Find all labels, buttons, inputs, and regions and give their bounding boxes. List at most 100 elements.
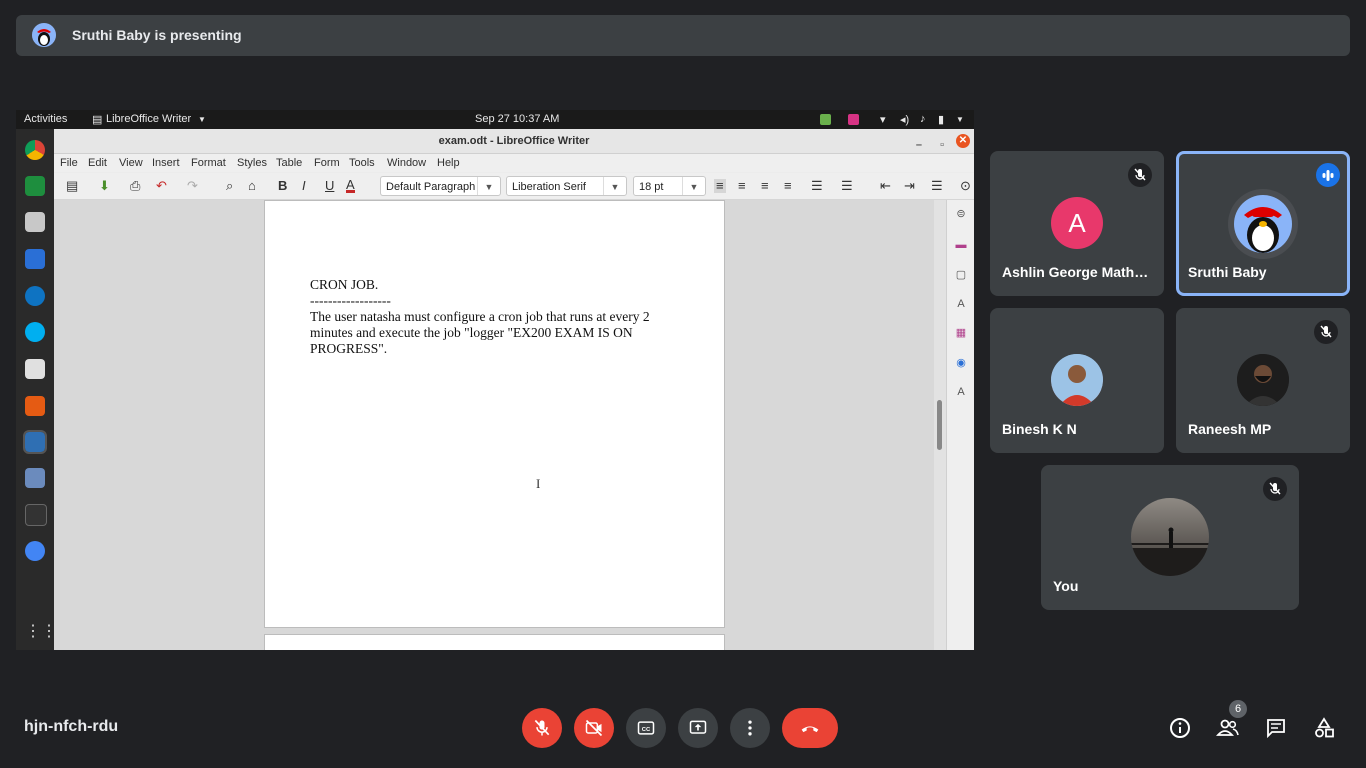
people-count-badge: 6 [1229, 700, 1247, 718]
desktop-top-bar: Activities ▤ LibreOffice Writer ▼ Sep 27… [16, 110, 974, 129]
app-menu[interactable]: LibreOffice Writer [106, 113, 191, 125]
teamviewer-icon[interactable] [25, 286, 45, 306]
leave-call-button[interactable] [782, 708, 838, 748]
overflow-icon[interactable]: ⊙ [960, 179, 971, 193]
avatar [1234, 195, 1292, 253]
viewer-icon[interactable] [25, 359, 45, 379]
text-editor-icon[interactable] [25, 249, 45, 269]
justify-icon[interactable]: ≡ [784, 179, 792, 193]
menu-view[interactable]: View [119, 157, 143, 169]
manage-changes-icon[interactable]: A [954, 385, 968, 399]
formatting-toolbar: ▤ ⬇ ⎙ ↶ ↷ ⌕ ⌂ B I U A Default Paragraph ▼… [54, 173, 974, 200]
menu-styles[interactable]: Styles [237, 157, 267, 169]
menu-form[interactable]: Form [314, 157, 340, 169]
scroll-thumb[interactable] [937, 400, 942, 450]
chrome-icon[interactable] [25, 140, 45, 160]
bullets-icon[interactable]: ☰ [811, 179, 823, 193]
print-icon[interactable]: ⎙ [130, 179, 140, 193]
page-icon[interactable]: ▢ [954, 268, 968, 282]
undo-icon[interactable]: ↶ [156, 179, 167, 193]
avatar [1131, 498, 1209, 576]
find-icon[interactable]: ⌕ [226, 179, 233, 193]
impress-icon[interactable] [25, 396, 45, 416]
document-area[interactable]: CRON JOB. ------------------ The user na… [54, 200, 934, 650]
font-color-icon[interactable]: A [346, 178, 355, 193]
document-page[interactable]: CRON JOB. ------------------ The user na… [264, 200, 725, 628]
menu-edit[interactable]: Edit [88, 157, 107, 169]
chromium-icon[interactable] [25, 541, 45, 561]
present-icon [689, 720, 707, 734]
participant-tile-raneesh[interactable]: Raneesh MP [1176, 308, 1350, 453]
gallery-icon[interactable]: ▦ [954, 326, 968, 340]
italic-icon[interactable]: I [302, 179, 306, 193]
bold-icon[interactable]: B [278, 179, 287, 193]
participant-tile-ashlin[interactable]: A Ashlin George Math… [990, 151, 1164, 296]
clone-formatting-icon[interactable]: ⌂ [248, 179, 256, 193]
meeting-details-button[interactable] [1168, 716, 1192, 740]
vertical-scrollbar[interactable] [934, 200, 946, 650]
chat-button[interactable] [1264, 716, 1288, 740]
menu-window[interactable]: Window [387, 157, 426, 169]
apps-grid-icon[interactable]: ⋮⋮ [25, 622, 57, 642]
navigator-icon[interactable]: ◉ [954, 356, 968, 370]
more-options-button[interactable] [730, 708, 770, 748]
menu-insert[interactable]: Insert [152, 157, 180, 169]
menu-file[interactable]: File [60, 157, 78, 169]
menu-help[interactable]: Help [437, 157, 460, 169]
mic-icon[interactable]: ♪ [920, 113, 926, 125]
numbering-icon[interactable]: ☰ [841, 179, 853, 193]
open-icon[interactable]: ▤ [66, 179, 78, 193]
wifi-icon[interactable]: ▾ [880, 113, 886, 126]
menu-format[interactable]: Format [191, 157, 226, 169]
volume-icon[interactable]: ◂) [900, 113, 909, 126]
calc-icon[interactable] [25, 176, 45, 196]
save-icon[interactable]: ⬇ [99, 179, 110, 193]
sidebar-menu-icon[interactable]: ⊜ [954, 207, 968, 221]
clock[interactable]: Sep 27 10:37 AM [475, 113, 559, 125]
align-left-icon[interactable]: ≡ [714, 179, 726, 193]
battery-icon[interactable]: ▮ [938, 113, 944, 126]
files-icon[interactable] [25, 212, 45, 232]
skype-icon[interactable] [25, 322, 45, 342]
writer-icon[interactable] [23, 430, 47, 454]
font-size-select[interactable]: 18 pt ▼ [633, 176, 706, 196]
virtualbox-icon[interactable] [25, 468, 45, 488]
mic-toggle-button[interactable] [522, 708, 562, 748]
terminal-icon[interactable] [25, 504, 47, 526]
people-button[interactable]: 6 [1216, 700, 1247, 740]
meeting-code[interactable]: hjn-nfch-rdu [24, 718, 118, 736]
chevron-down-icon: ▼ [477, 177, 500, 195]
activities-button[interactable]: Activities [24, 113, 67, 125]
underline-icon[interactable]: U [325, 179, 334, 193]
mic-off-icon [534, 719, 550, 736]
styles-icon[interactable]: ▬ [954, 238, 968, 252]
tray-app-icon-2[interactable] [848, 114, 859, 125]
font-name-select[interactable]: Liberation Serif ▼ [506, 176, 627, 196]
participant-tile-sruthi[interactable]: Sruthi Baby [1176, 151, 1350, 296]
style-inspector-icon[interactable]: A [954, 297, 968, 311]
redo-icon[interactable]: ↷ [187, 179, 198, 193]
paragraph-style-select[interactable]: Default Paragraph ▼ [380, 176, 501, 196]
participant-tile-binesh[interactable]: Binesh K N [990, 308, 1164, 453]
align-right-icon[interactable]: ≡ [761, 179, 769, 193]
present-button[interactable] [678, 708, 718, 748]
menu-tools[interactable]: Tools [349, 157, 375, 169]
outdent-icon[interactable]: ⇥ [904, 179, 915, 193]
document-text[interactable]: CRON JOB. ------------------ The user na… [310, 277, 670, 357]
activities-button[interactable] [1312, 716, 1336, 740]
line-spacing-icon[interactable]: ☰ [931, 179, 943, 193]
participant-tile-you[interactable]: You [1041, 465, 1299, 610]
doc-rule: ------------------ [310, 293, 391, 308]
participant-name: You [1053, 578, 1079, 594]
indent-icon[interactable]: ⇤ [880, 179, 891, 193]
system-menu-icon[interactable]: ▼ [956, 115, 964, 124]
next-page[interactable] [264, 634, 725, 650]
captions-button[interactable]: CC [626, 708, 666, 748]
chevron-down-icon: ▼ [198, 115, 206, 124]
camera-toggle-button[interactable] [574, 708, 614, 748]
close-button[interactable]: ✕ [956, 134, 970, 148]
align-center-icon[interactable]: ≡ [738, 179, 746, 193]
menu-table[interactable]: Table [276, 157, 302, 169]
tray-app-icon[interactable] [820, 114, 831, 125]
more-vert-icon [748, 720, 752, 736]
